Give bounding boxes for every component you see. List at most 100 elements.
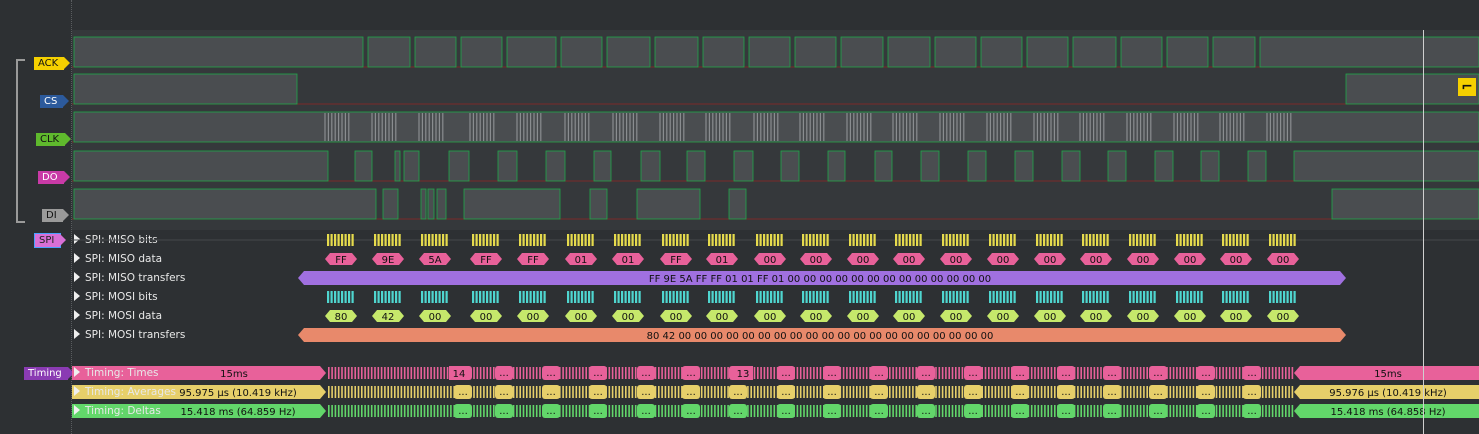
mosi-bit — [1060, 291, 1063, 303]
mosi-byte-label: 00 — [903, 312, 916, 323]
timing-tick — [915, 367, 917, 379]
mosi-bit — [1096, 291, 1099, 303]
falling-edge-icon[interactable]: ⌐ — [1458, 78, 1476, 96]
timing-tick — [374, 405, 376, 417]
timing-tick — [364, 405, 366, 417]
mosi-bit — [859, 291, 862, 303]
timing-tick — [539, 386, 541, 398]
decoder-tag-timing[interactable]: Timing — [24, 367, 74, 380]
miso-bit — [1232, 234, 1235, 246]
timing-ellipsis: ... — [968, 368, 978, 379]
row-label-timing-times[interactable]: Timing: Times — [74, 366, 159, 380]
timing-tick — [1222, 405, 1224, 417]
timing-tick — [1189, 405, 1191, 417]
miso-bit — [963, 234, 966, 246]
mosi-byte-label: 00 — [480, 312, 493, 323]
timing-tick — [410, 386, 413, 398]
channel-tag-di[interactable]: DI — [42, 209, 69, 222]
row-label-timing-deltas[interactable]: Timing: Deltas — [74, 404, 161, 418]
timing-tick — [1083, 367, 1086, 379]
timing-tick — [1186, 367, 1188, 379]
timing-tick — [529, 405, 531, 417]
timing-tick — [1219, 405, 1221, 417]
miso-bit — [1269, 234, 1272, 246]
channel-tag-cs[interactable]: CS — [40, 95, 70, 108]
timing-tick — [450, 386, 452, 398]
timing-tick — [430, 405, 432, 417]
timing-tick — [1215, 386, 1218, 398]
timing-tick — [1235, 367, 1238, 379]
miso-bit — [486, 234, 489, 246]
timing-tick — [704, 405, 706, 417]
timing-tick — [615, 405, 617, 417]
timing-tick — [1285, 405, 1287, 417]
miso-bit — [1197, 234, 1200, 246]
timing-ellipsis: ... — [1247, 368, 1257, 379]
miso-bit — [949, 234, 952, 246]
miso-bit — [614, 234, 617, 246]
timing-tick — [631, 405, 634, 417]
timing-tick — [842, 386, 845, 398]
miso-bit — [348, 234, 351, 246]
timing-tick — [440, 405, 442, 417]
miso-bit — [942, 234, 945, 246]
timing-tick — [664, 386, 667, 398]
di-wave-pulse — [73, 188, 377, 220]
timing-tick — [450, 405, 452, 417]
timing-tick — [1225, 405, 1228, 417]
miso-bit — [1096, 234, 1099, 246]
timing-tick — [1146, 367, 1148, 379]
timing-tick — [334, 405, 337, 417]
mosi-bit — [996, 291, 999, 303]
clk-wave-pulse — [73, 111, 1479, 143]
miso-bit — [823, 234, 826, 246]
timing-ellipsis: ... — [1015, 368, 1025, 379]
mosi-bit — [374, 291, 377, 303]
timing-ellipsis: ... — [686, 406, 696, 417]
timing-tick — [354, 405, 356, 417]
miso-bit — [536, 234, 539, 246]
miso-byte-label: 00 — [903, 255, 916, 266]
mosi-bit — [348, 291, 351, 303]
miso-bit — [1272, 234, 1275, 246]
timing-tick — [1087, 386, 1089, 398]
mosi-bit — [898, 291, 901, 303]
mosi-bit — [638, 291, 641, 303]
do-wave-pulse — [874, 150, 893, 182]
timing-ellipsis: ... — [1107, 368, 1117, 379]
timing-tick — [479, 386, 482, 398]
timing-tick — [1176, 367, 1178, 379]
channel-tag-clk[interactable]: CLK — [36, 133, 72, 146]
timing-tick — [341, 386, 343, 398]
timing-tick — [1129, 405, 1132, 417]
timing-ellipsis: ... — [781, 387, 791, 398]
decoder-tag-spi[interactable]: SPI — [34, 233, 67, 248]
mosi-bit — [424, 291, 427, 303]
timing-tick — [961, 386, 964, 398]
mosi-bit — [330, 291, 333, 303]
timing-tick — [380, 386, 383, 398]
channel-tag-do[interactable]: DO — [38, 171, 70, 184]
timing-tick — [704, 367, 706, 379]
waveform-view[interactable]: FF 9E 5A FF FF 01 01 FF 01 00 00 00 00 00 00 00 00 00 00 00… — [72, 0, 1479, 434]
channel-tag-ack[interactable]: ACK — [34, 57, 71, 70]
timing-tick — [1228, 405, 1231, 417]
timing-tick — [390, 367, 393, 379]
timing-tick — [516, 367, 518, 379]
miso-byte-label: 00 — [764, 255, 777, 266]
miso-bit — [763, 234, 766, 246]
di-wave-pulse — [1331, 188, 1479, 220]
mosi-byte-label: 00 — [1090, 312, 1103, 323]
timing-tick — [856, 386, 858, 398]
timing-left-value: 15ms — [220, 369, 248, 380]
do-wave-pulse — [640, 150, 661, 182]
row-label-timing-averages[interactable]: Timing: Averages — [74, 385, 176, 399]
timing-tick — [1050, 405, 1053, 417]
miso-bit — [395, 234, 398, 246]
miso-bit — [1286, 234, 1289, 246]
mosi-bit — [679, 291, 682, 303]
time-cursor[interactable] — [1423, 30, 1424, 434]
timing-tick — [443, 405, 446, 417]
miso-bit — [377, 234, 380, 246]
miso-bit — [1146, 234, 1149, 246]
